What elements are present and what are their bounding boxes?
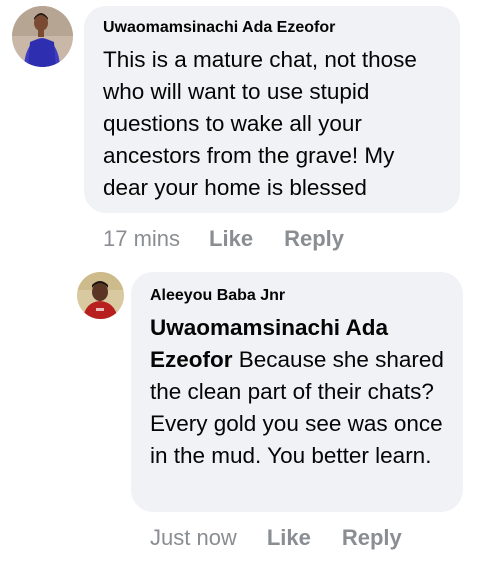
reply-text: Uwaomamsinachi Ada Ezeofor Because she s… <box>150 312 451 472</box>
comment-timestamp[interactable]: 17 mins <box>103 226 180 252</box>
reply-author-avatar[interactable] <box>77 272 124 319</box>
like-button[interactable]: Like <box>209 226 253 252</box>
reply-button[interactable]: Reply <box>284 226 344 252</box>
comment-author-avatar[interactable] <box>12 6 73 67</box>
reply-bubble: Aleeyou Baba Jnr Uwaomamsinachi Ada Ezeo… <box>131 272 463 512</box>
reply-author-name[interactable]: Aleeyou Baba Jnr <box>150 286 451 306</box>
user-avatar-photo-red-shirt <box>77 272 124 319</box>
comment-actions: 17 mins Like Reply <box>103 226 344 252</box>
reply-button[interactable]: Reply <box>342 525 402 551</box>
user-avatar-photo-blue-outfit <box>12 6 73 67</box>
reply-timestamp[interactable]: Just now <box>150 525 237 551</box>
comment-bubble: Uwaomamsinachi Ada Ezeofor This is a mat… <box>84 6 460 213</box>
comment-author-name[interactable]: Uwaomamsinachi Ada Ezeofor <box>103 18 442 38</box>
reply-actions: Just now Like Reply <box>150 525 402 551</box>
comment-text: This is a mature chat, not those who wil… <box>103 47 417 200</box>
like-button[interactable]: Like <box>267 525 311 551</box>
